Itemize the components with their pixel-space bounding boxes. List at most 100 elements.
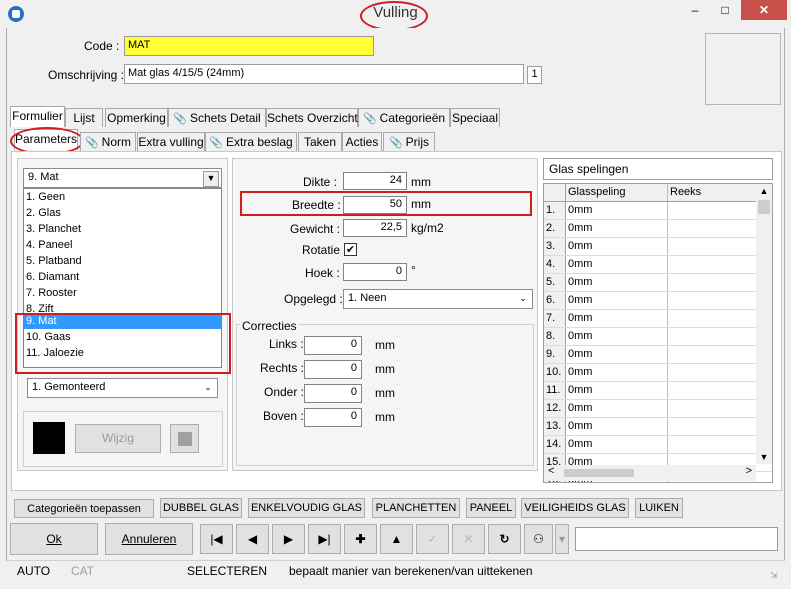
- horizontal-scrollbar[interactable]: < >: [544, 465, 756, 481]
- annuleren-button[interactable]: Annuleren: [105, 523, 193, 555]
- last-record-icon[interactable]: ▶|: [308, 524, 341, 554]
- type-option[interactable]: 2. Glas: [24, 205, 221, 221]
- glasspeling-cell[interactable]: 0mm: [566, 256, 668, 273]
- reeks-cell[interactable]: [668, 364, 756, 381]
- previous-record-icon[interactable]: ◀: [236, 524, 269, 554]
- wijzig-button[interactable]: Wijzig: [75, 424, 161, 453]
- glasspeling-cell[interactable]: 0mm: [566, 436, 668, 453]
- type-dropdown[interactable]: 9. Mat ▼: [23, 168, 222, 188]
- table-row[interactable]: 1. 0mm: [544, 202, 772, 220]
- binoculars-icon[interactable]: ⚇: [524, 524, 553, 554]
- glasspeling-cell[interactable]: 0mm: [566, 346, 668, 363]
- chevron-down-icon[interactable]: ⌄: [516, 292, 530, 306]
- type-option[interactable]: 4. Paneel: [24, 237, 221, 253]
- color-reset-button[interactable]: [170, 424, 199, 453]
- rotatie-checkbox[interactable]: ✔: [344, 243, 357, 256]
- subtab-taken[interactable]: Taken: [298, 132, 342, 151]
- scroll-left-icon[interactable]: <: [548, 465, 554, 477]
- boven-input[interactable]: 0: [304, 408, 362, 427]
- glasspeling-cell[interactable]: 0mm: [566, 364, 668, 381]
- code-input[interactable]: MAT: [124, 36, 374, 56]
- add-record-icon[interactable]: ✚: [344, 524, 377, 554]
- search-input[interactable]: [575, 527, 778, 551]
- table-row[interactable]: 5. 0mm: [544, 274, 772, 292]
- table-row[interactable]: 2. 0mm: [544, 220, 772, 238]
- table-row[interactable]: 10. 0mm: [544, 364, 772, 382]
- confirm-icon[interactable]: ✓: [416, 524, 449, 554]
- type-option[interactable]: 7. Rooster: [24, 285, 221, 301]
- glasspeling-cell[interactable]: 0mm: [566, 400, 668, 417]
- reeks-cell[interactable]: [668, 418, 756, 435]
- luiken-button[interactable]: LUIKEN: [635, 498, 683, 518]
- glasspeling-cell[interactable]: 0mm: [566, 220, 668, 237]
- maximize-button[interactable]: □: [710, 0, 740, 20]
- refresh-icon[interactable]: ↻: [488, 524, 521, 554]
- categorieen-toepassen-button[interactable]: Categorieën toepassen: [14, 499, 154, 518]
- subtab-extra-vulling[interactable]: Extra vulling: [137, 132, 205, 151]
- veiligheids-glas-button[interactable]: VEILIGHEIDS GLAS: [521, 498, 629, 518]
- onder-input[interactable]: 0: [304, 384, 362, 403]
- reeks-cell[interactable]: [668, 436, 756, 453]
- h-scroll-thumb[interactable]: [564, 469, 634, 477]
- table-row[interactable]: 9. 0mm: [544, 346, 772, 364]
- reeks-cell[interactable]: [668, 220, 756, 237]
- table-row[interactable]: 14. 0mm: [544, 436, 772, 454]
- glasspeling-cell[interactable]: 0mm: [566, 328, 668, 345]
- table-row[interactable]: 11. 0mm: [544, 382, 772, 400]
- reeks-cell[interactable]: [668, 328, 756, 345]
- tab-lijst[interactable]: Lijst: [65, 108, 103, 127]
- reeks-cell[interactable]: [668, 238, 756, 255]
- table-row[interactable]: 4. 0mm: [544, 256, 772, 274]
- planchetten-button[interactable]: PLANCHETTEN: [372, 498, 460, 518]
- type-option[interactable]: 3. Planchet: [24, 221, 221, 237]
- type-option[interactable]: 1. Geen: [24, 189, 221, 205]
- subtab-norm[interactable]: Norm: [80, 132, 136, 151]
- ok-button[interactable]: Ok: [10, 523, 98, 555]
- dubbel-glas-button[interactable]: DUBBEL GLAS: [160, 498, 242, 518]
- table-row[interactable]: 3. 0mm: [544, 238, 772, 256]
- glasspeling-cell[interactable]: 0mm: [566, 310, 668, 327]
- reeks-cell[interactable]: [668, 346, 756, 363]
- table-row[interactable]: 8. 0mm: [544, 328, 772, 346]
- search-dropdown-icon[interactable]: ▾: [555, 524, 569, 554]
- grid-header-reeks[interactable]: Reeks: [668, 184, 756, 201]
- rechts-input[interactable]: 0: [304, 360, 362, 379]
- move-up-icon[interactable]: ▲: [380, 524, 413, 554]
- minimize-button[interactable]: –: [680, 0, 710, 20]
- enkelvoudig-glas-button[interactable]: ENKELVOUDIG GLAS: [248, 498, 365, 518]
- scroll-down-icon[interactable]: ▼: [756, 452, 772, 462]
- glasspeling-cell[interactable]: 0mm: [566, 238, 668, 255]
- gewicht-input[interactable]: 22,5: [343, 219, 407, 237]
- type-option[interactable]: 5. Platband: [24, 253, 221, 269]
- first-record-icon[interactable]: |◀: [200, 524, 233, 554]
- vertical-scrollbar[interactable]: ▲ ▼: [756, 184, 772, 464]
- reeks-cell[interactable]: [668, 202, 756, 219]
- close-button[interactable]: ✕: [741, 0, 787, 20]
- scroll-thumb[interactable]: [758, 200, 770, 214]
- cancel-icon[interactable]: ✕: [452, 524, 485, 554]
- hoek-input[interactable]: 0: [343, 263, 407, 281]
- type-option[interactable]: 8. Zift: [24, 301, 221, 313]
- reeks-cell[interactable]: [668, 382, 756, 399]
- type-option[interactable]: 6. Diamant: [24, 269, 221, 285]
- tab-formulier[interactable]: Formulier: [10, 106, 65, 127]
- reeks-cell[interactable]: [668, 274, 756, 291]
- reeks-cell[interactable]: [668, 310, 756, 327]
- grid-header-glasspeling[interactable]: Glasspeling: [566, 184, 668, 201]
- glasspeling-cell[interactable]: 0mm: [566, 292, 668, 309]
- reeks-cell[interactable]: [668, 256, 756, 273]
- chevron-down-icon[interactable]: ▼: [203, 171, 219, 187]
- reeks-cell[interactable]: [668, 400, 756, 417]
- glasspeling-cell[interactable]: 0mm: [566, 418, 668, 435]
- dikte-input[interactable]: 24: [343, 172, 407, 190]
- tab-schets-overzicht[interactable]: Schets Overzicht: [266, 108, 358, 127]
- scroll-right-icon[interactable]: >: [746, 465, 752, 477]
- table-row[interactable]: 12. 0mm: [544, 400, 772, 418]
- subtab-extra-beslag[interactable]: Extra beslag: [205, 132, 297, 151]
- table-row[interactable]: 6. 0mm: [544, 292, 772, 310]
- subtab-acties[interactable]: Acties: [342, 132, 382, 151]
- paneel-button[interactable]: PANEEL: [466, 498, 516, 518]
- tab-schets-detail[interactable]: Schets Detail: [168, 108, 266, 127]
- tab-opmerking[interactable]: Opmerking: [105, 108, 168, 127]
- glasspeling-cell[interactable]: 0mm: [566, 382, 668, 399]
